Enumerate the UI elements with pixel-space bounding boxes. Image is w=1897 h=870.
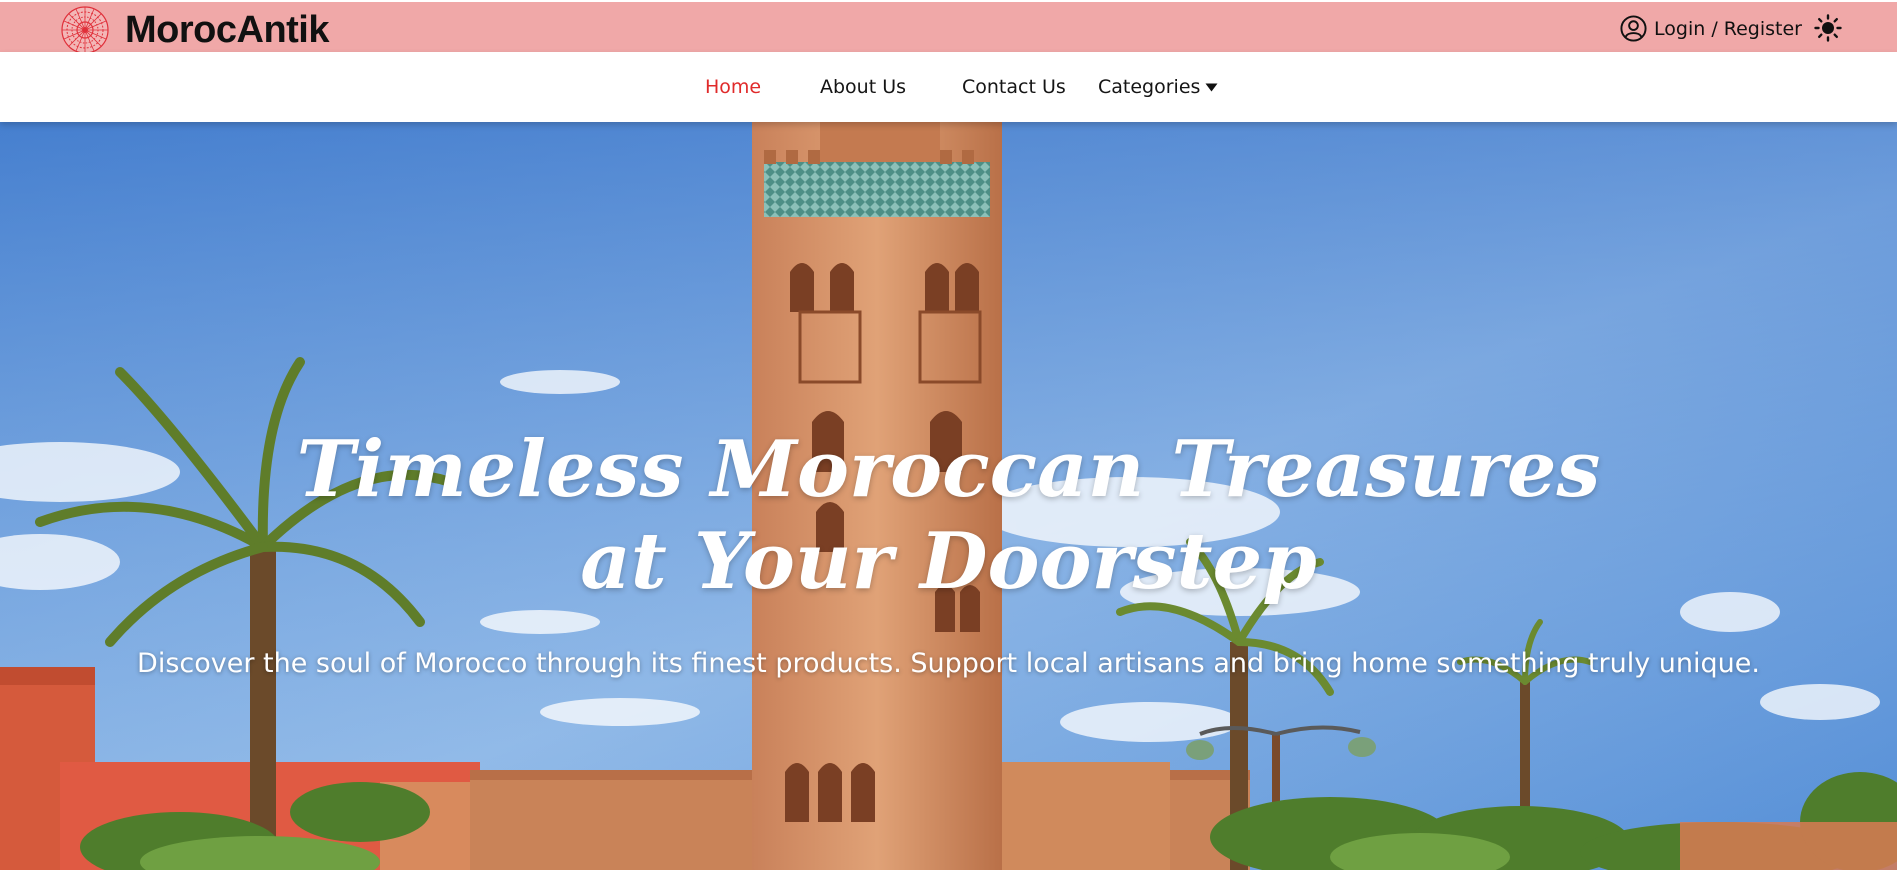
login-register-link[interactable]: Login / Register (1619, 14, 1802, 43)
hero-title: Timeless Moroccan Treasures at Your Door… (0, 424, 1897, 608)
nav-contact-us[interactable]: Contact Us (962, 76, 1066, 98)
login-register-label: Login / Register (1654, 17, 1802, 40)
brand-name[interactable]: MorocAntik (125, 8, 330, 52)
nav-categories-label: Categories (1098, 76, 1201, 98)
caret-down-icon (1205, 83, 1218, 91)
user-circle-icon (1620, 15, 1647, 42)
nav-categories-dropdown[interactable]: Categories (1098, 76, 1218, 98)
hero-title-line-2: at Your Doorstep (580, 516, 1317, 607)
top-bar: MorocAntik Login / Register (0, 0, 1897, 55)
hero-title-line-1: Timeless Moroccan Treasures (296, 424, 1601, 515)
hero-banner: Timeless Moroccan Treasures at Your Door… (0, 122, 1897, 870)
sun-icon[interactable] (1814, 14, 1842, 42)
hero-subtitle: Discover the soul of Morocco through its… (137, 648, 1760, 679)
nav-home[interactable]: Home (705, 76, 761, 98)
mandala-logo-icon[interactable] (60, 5, 110, 55)
main-nav: Home About Us Contact Us Categories (0, 52, 1897, 122)
nav-about-us[interactable]: About Us (820, 76, 906, 98)
